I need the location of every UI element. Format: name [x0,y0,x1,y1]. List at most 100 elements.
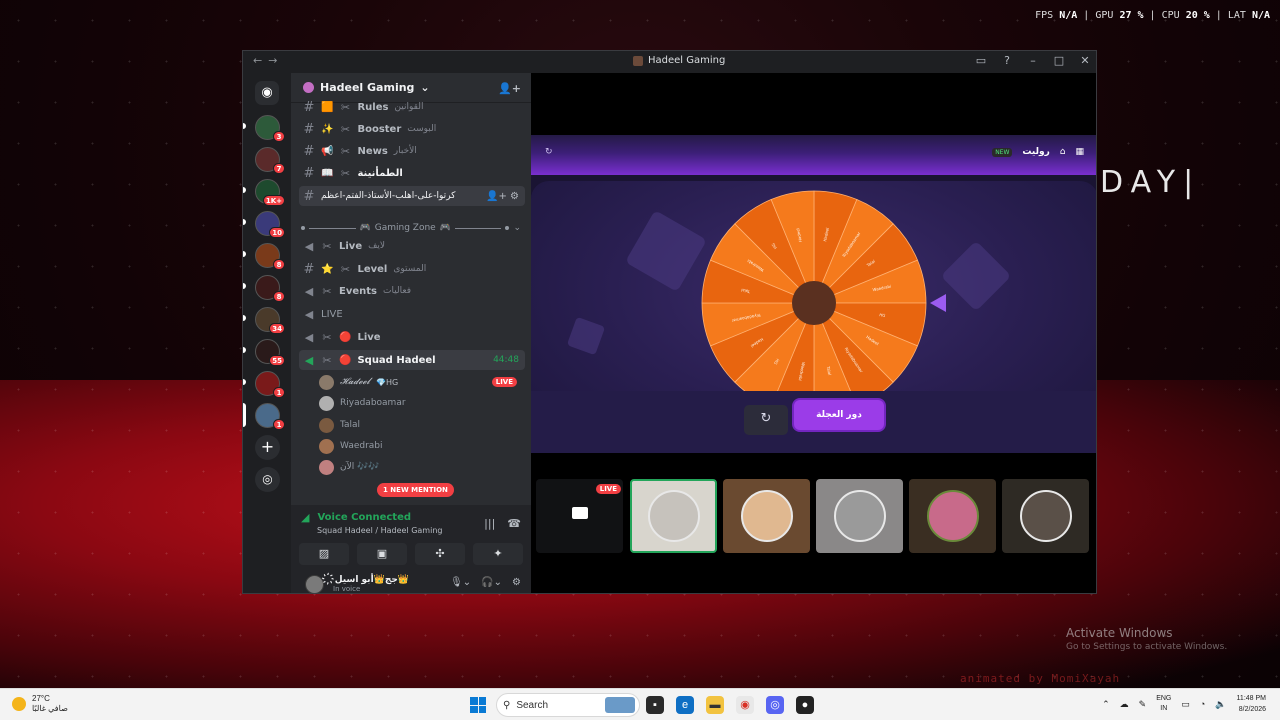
app-icon[interactable]: ● [796,696,814,714]
channel-events[interactable]: ◀ ✂ Events فعاليات [299,281,525,301]
flag-icon: ✂ [340,100,351,114]
language-indicator[interactable]: ENG IN [1156,694,1171,714]
channel-level[interactable]: # ⭐ ✂ Level المستوى [299,259,525,279]
server-icon-selected[interactable]: 1 [255,403,285,430]
nav-buttons[interactable]: ←→ [253,54,283,67]
avatar[interactable] [305,575,324,593]
display-icon[interactable]: ▭ [1181,699,1190,710]
voice-user[interactable]: 𝓗𝓪𝓭𝓮𝓮𝓵 💎HG LIVE [319,372,519,392]
lang-primary: ENG [1156,695,1172,702]
activity-icon[interactable]: ✣ [415,543,465,565]
screen-icon [572,507,588,519]
voice-user[interactable]: Riyadaboamar [319,393,519,413]
soundboard-icon[interactable]: ✦ [473,543,523,565]
weather-label: صافي غالبًا [32,704,68,713]
server-icon[interactable]: 1 [255,371,285,398]
headphones-icon[interactable]: 🎧⌄ [481,577,502,588]
chevron-up-icon[interactable]: ⌃ [1102,699,1110,710]
minimize-button[interactable]: – [1026,54,1040,67]
channel-booster[interactable]: # ✨ ✂ Booster البوست [299,119,525,139]
settings-gear-icon[interactable]: 👤+ ⚙ [486,191,519,202]
help-icon[interactable]: ? [1000,54,1014,67]
participant-tile[interactable] [909,479,996,553]
user-controls: 🎙⌄ 🎧⌄ ⚙ [450,577,521,588]
start-button[interactable] [470,697,486,713]
roulette-wheel[interactable]: Hadeel RiyadaboamarTalalWaedrabiHGHadeelR… [531,135,1097,391]
noise-suppression-icon[interactable]: ||| [484,517,495,530]
weather-widget[interactable]: 27°C صافي غالبًا [12,694,68,714]
task-view-icon[interactable]: ▪ [646,696,664,714]
server-icon[interactable]: 7 [255,147,285,174]
channel-sidebar: Hadeel Gaming ⌄ 👤+ # 🟧 ✂ Rules القوانين # ✨ ✂ B… [291,73,531,593]
wifi-icon[interactable]: ◔ [1200,699,1205,709]
voice-user[interactable]: Waedrabi [319,436,519,456]
screen-share-icon[interactable]: ▣ [357,543,407,565]
voice-user[interactable]: Talal [319,415,519,435]
discord-icon[interactable]: ◎ [766,696,784,714]
channel-arabic: المستوى [393,264,427,274]
stream-tile[interactable]: LIVE [536,479,623,553]
server-icon[interactable]: 8 [255,243,285,270]
settings-gear-icon[interactable]: ⚙ [512,577,521,588]
voice-status: ◢ Voice Connected [301,511,411,524]
inbox-icon[interactable]: ▭ [974,54,988,67]
chrome-icon[interactable]: ◉ [736,696,754,714]
hash-icon: # [303,165,315,181]
spin-wheel-button[interactable]: دور العجلة [794,400,884,430]
voice-channel-label[interactable]: Squad Hadeel / Hadeel Gaming [317,526,442,535]
channel-emoji: ✨ [321,123,334,135]
channel-name: Booster [357,123,402,135]
server-icon[interactable]: 8 [255,275,285,302]
participant-tile[interactable] [816,479,903,553]
add-server-icon[interactable]: + [255,435,280,460]
participant-tile[interactable] [630,479,717,553]
channel-news[interactable]: # 📢 ✂ News الأخبار [299,141,525,161]
flag-icon: ✂ [322,353,332,367]
channel-tumaanina[interactable]: # 📖 ✂ الطمأنينة [299,163,525,183]
discover-icon[interactable]: ◎ [255,467,280,492]
channel-name: LIVE [321,308,343,320]
server-icon[interactable]: 10 [255,211,285,238]
channel-emoji: 📢 [321,145,334,157]
microphone-icon[interactable]: 🎙⌄ [450,577,471,588]
channel-live[interactable]: ◀ ✂ Live لايف [299,236,525,256]
edge-icon[interactable]: e [676,696,694,714]
cloud-icon[interactable]: ☁ [1120,699,1129,710]
controller-icon: 🎮 [439,223,451,233]
maximize-button[interactable]: □ [1052,54,1066,67]
participant-tile[interactable] [723,479,810,553]
unread-pill [243,315,246,321]
category-line [309,227,356,229]
channel-quote[interactable]: # كرتوا-على-اهلب-الأستاذ-الفتم-اعظم 👤+ ⚙ [299,186,525,206]
server-icon[interactable]: 1K+ [255,179,285,206]
reset-button[interactable]: ↻ [744,405,788,435]
server-icon[interactable]: 55 [255,339,285,366]
category-gaming-zone[interactable]: 🎮 Gaming Zone 🎮 ⌄ [301,221,521,235]
clock[interactable]: 11:48 PM 8/2/2026 [1237,693,1266,715]
hash-icon: # [303,121,315,137]
channel-name: Level [357,263,388,275]
channel-rules[interactable]: # 🟧 ✂ Rules القوانين [299,97,525,117]
participant-tile[interactable] [1002,479,1089,553]
voice-user[interactable]: الآن 🎶🎶 [319,457,519,477]
channel-live-upper[interactable]: ◀ LIVE [299,304,525,324]
channel-live-red[interactable]: ◀ ✂ 🔴 Live [299,327,525,347]
wallpaper-text: DAY| [1100,165,1202,200]
channel-squad-hadeel[interactable]: ◀ ✂ 🔴 Squad Hadeel 44:48 [299,350,525,370]
server-icon[interactable]: 3 [255,115,285,142]
camera-off-icon[interactable]: ▨ [299,543,349,565]
server-icon[interactable]: 34 [255,307,285,334]
taskbar-search[interactable]: ⚲ Search [496,693,640,717]
avatar [319,438,334,454]
file-explorer-icon[interactable]: ▬ [706,696,724,714]
pen-icon[interactable]: ✎ [1139,699,1147,710]
signal-icon[interactable]: ◢ [301,511,309,524]
disconnect-icon[interactable]: ☎ [507,517,521,530]
forward-button[interactable]: → [268,54,283,67]
close-button[interactable]: ✕ [1078,54,1092,67]
new-mention-button[interactable]: 1 NEW MENTION [377,483,454,497]
discord-home-icon[interactable]: ◉ [255,81,279,105]
volume-icon[interactable]: 🔈 [1215,699,1226,710]
invite-icon[interactable]: 👤+ [498,82,521,95]
back-button[interactable]: ← [253,54,268,67]
